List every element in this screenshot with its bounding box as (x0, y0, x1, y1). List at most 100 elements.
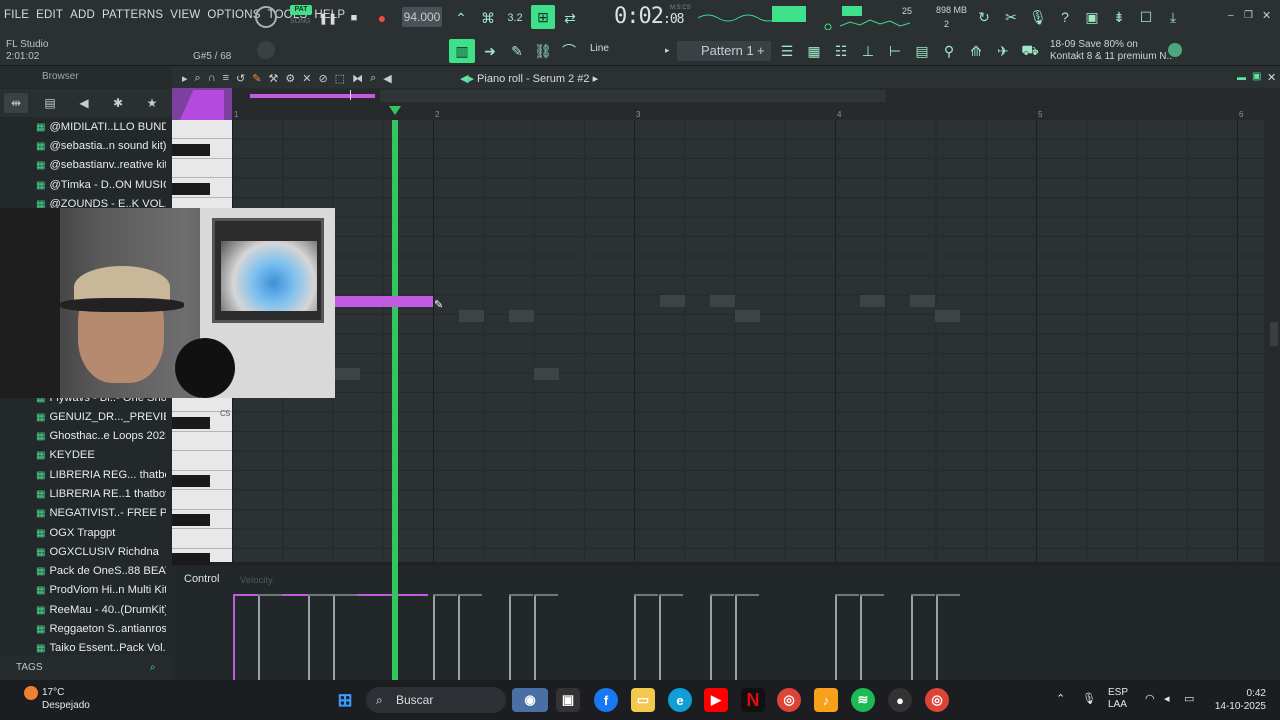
minimize-icon[interactable]: – (1228, 10, 1234, 21)
wifi-icon[interactable]: ◠ (1145, 692, 1155, 705)
black-key[interactable] (172, 182, 210, 195)
microphone-icon[interactable]: 🎙 (1027, 6, 1049, 28)
velocity-bar[interactable] (534, 595, 536, 680)
browser-item[interactable]: ▦ OGX Trapgpt (36, 524, 166, 542)
taskbar-search[interactable]: ⌕ Buscar (366, 687, 506, 713)
play-button[interactable]: ❚❚ (317, 7, 339, 29)
magnet-icon[interactable]: ⌒ (558, 40, 580, 62)
note-grid[interactable] (232, 120, 1264, 562)
channel-rack-icon[interactable]: ▦ (803, 40, 825, 62)
download-icon[interactable]: ⤓ (1162, 6, 1184, 28)
tags-bar[interactable]: TAGS ⌕ (0, 655, 172, 680)
add-pattern-button[interactable]: + (757, 43, 765, 58)
paint-tool-icon[interactable]: ⚒ (268, 72, 278, 85)
velocity-bar[interactable] (509, 595, 511, 680)
battery-icon[interactable]: ▭ (1184, 692, 1194, 705)
black-key[interactable] (172, 553, 210, 565)
pattern-arrow-icon[interactable]: ▸ (665, 45, 670, 56)
touch-controller-icon[interactable]: ✈ (992, 40, 1014, 62)
facebook-icon[interactable]: f (594, 688, 618, 712)
undo-history-icon[interactable]: ↻ (973, 6, 995, 28)
velocity-bar[interactable] (835, 595, 837, 680)
velocity-bar-selected[interactable] (233, 595, 235, 680)
edison-icon[interactable]: ⟰ (965, 40, 987, 62)
windows-start-icon[interactable]: ⊞ (333, 688, 357, 712)
tray-mic-icon[interactable]: 🎙 (1082, 692, 1096, 705)
tempo-display[interactable]: 94.000 (402, 7, 442, 27)
pitch-knob[interactable] (257, 41, 275, 59)
input-language[interactable]: ESP LAA (1108, 687, 1128, 711)
volume-icon[interactable]: ◂ (1164, 692, 1170, 705)
black-key[interactable] (172, 475, 210, 487)
control-param[interactable]: Velocity (240, 575, 273, 586)
vertical-scrollbar[interactable] (1264, 120, 1280, 562)
velocity-bar[interactable] (433, 595, 435, 680)
pr-close-icon[interactable]: ✕ (1267, 71, 1276, 84)
menu-file[interactable]: FILE (4, 9, 29, 21)
pencil-icon[interactable]: ✎ (506, 40, 528, 62)
netflix-icon[interactable]: N (741, 688, 765, 712)
browser-item[interactable]: ▦ LIBRERIA RE..1 thatboy r (36, 485, 166, 503)
browser-item[interactable]: ▦ Reggaeton S..antianrose (36, 620, 166, 638)
magnifier-icon[interactable]: ⌕ (195, 72, 201, 85)
spotify-icon[interactable]: ≋ (851, 688, 875, 712)
mute-tool-icon[interactable]: ✕ (302, 72, 311, 85)
options-arrow-icon[interactable]: ▸ (182, 72, 188, 85)
slice-tool-icon[interactable]: ⧓ (352, 72, 363, 85)
velocity-bar[interactable] (936, 595, 938, 680)
zoom-tool-icon[interactable]: ⌕ (370, 72, 376, 85)
save-icon[interactable]: ▣ (1081, 6, 1103, 28)
close-icon[interactable]: ✕ (1262, 9, 1271, 22)
metronome-icon[interactable]: ⌃ (450, 7, 472, 29)
pr-maximize-icon[interactable]: ▣ (1252, 71, 1261, 82)
arrow-right-icon[interactable]: ➜ (479, 40, 501, 62)
app-icon[interactable]: ● (888, 688, 912, 712)
browser-plugin-icon[interactable]: ✱ (106, 93, 130, 113)
plugin-picker-icon[interactable]: ⊥ (857, 40, 879, 62)
link-icon[interactable]: ⛓ (532, 40, 554, 62)
pat-mode-button[interactable]: PAT (290, 5, 312, 15)
file-icon[interactable]: ▤ (911, 40, 933, 62)
wait-input-icon[interactable]: ⇄ (559, 7, 581, 29)
vertical-scroll-thumb[interactable] (1270, 322, 1278, 346)
weather-icon[interactable] (24, 686, 38, 700)
horizontal-scrollbar[interactable] (250, 94, 375, 98)
velocity-bar[interactable] (308, 595, 310, 680)
velocity-bar[interactable] (659, 595, 661, 680)
stop-button[interactable]: ■ (343, 7, 365, 29)
maximize-icon[interactable]: ❐ (1244, 10, 1253, 21)
velocity-bar[interactable] (634, 595, 636, 680)
chrome-icon[interactable]: ◎ (777, 688, 801, 712)
menu-add[interactable]: ADD (70, 9, 95, 21)
stamp-icon[interactable]: ↺ (236, 72, 245, 85)
browser-item[interactable]: ▦ ReeMau - 40..(DrumKit) (36, 601, 166, 619)
browser-item[interactable]: ▦NEGATIVIST..- FREE PACK (36, 504, 166, 522)
youtube-icon[interactable]: ▶ (704, 688, 728, 712)
draw-tool-icon[interactable]: ✎ (252, 72, 261, 85)
playback-tool-icon[interactable]: ◀ (383, 72, 391, 85)
render-icon[interactable]: ⇟ (1108, 6, 1130, 28)
cut-icon[interactable]: ✂ (1000, 6, 1022, 28)
note-selected[interactable] (335, 296, 433, 307)
piano-roll-icon[interactable]: ▥ (449, 39, 475, 63)
task-view-icon[interactable]: ▣ (556, 688, 580, 712)
browser-star-icon[interactable]: ★ (140, 93, 164, 113)
velocity-bar[interactable] (911, 595, 913, 680)
menu-edit[interactable]: EDIT (36, 9, 63, 21)
cart-icon[interactable]: ⛟ (1019, 40, 1041, 62)
black-key[interactable] (172, 143, 210, 156)
chrome-profile-icon[interactable]: ◎ (925, 688, 949, 712)
browser-speaker-icon[interactable]: ◀ (72, 93, 96, 113)
plug-icon[interactable]: ⚲ (938, 40, 960, 62)
edge-icon[interactable]: e (668, 688, 692, 712)
file-explorer-icon[interactable]: ▭ (631, 688, 655, 712)
typing-keyboard-icon[interactable]: ⊞ (531, 5, 555, 29)
browser-item[interactable]: ▦ Ghosthac..e Loops 2023 (36, 427, 166, 445)
browser-icon[interactable]: ⊢ (884, 40, 906, 62)
velocity-bar[interactable] (710, 595, 712, 680)
control-label[interactable]: Control (184, 573, 219, 585)
browser-item[interactable]: ▦@MIDILATI..LLO BUNDLE (36, 118, 166, 136)
browser-all-icon[interactable]: ⇹ (4, 93, 28, 113)
step-edit-icon[interactable]: 3.2 (504, 7, 526, 29)
master-volume-knob[interactable] (255, 6, 277, 28)
